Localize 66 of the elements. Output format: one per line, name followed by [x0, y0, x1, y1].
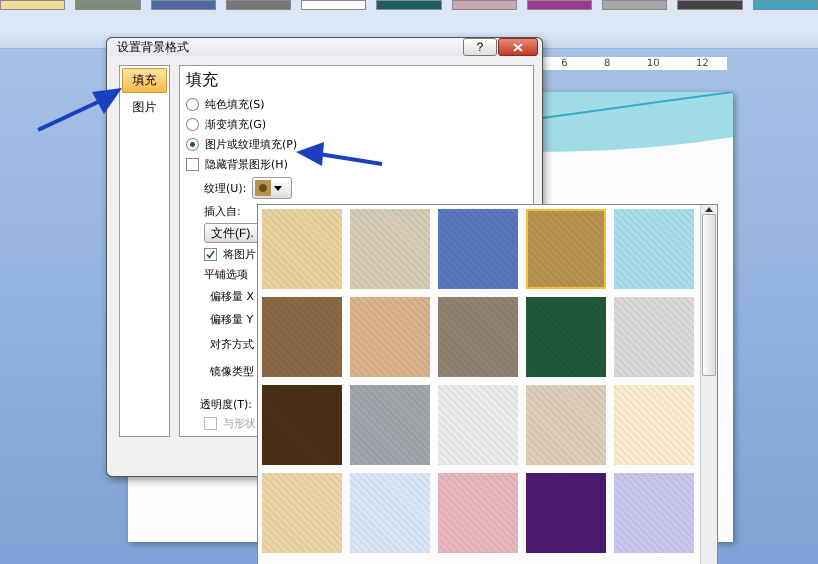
field-label: 偏移量 Y — [210, 312, 254, 326]
theme-thumbnail[interactable] — [0, 0, 66, 10]
texture-swatch[interactable] — [350, 385, 430, 465]
radio-label: 渐变填充(G) — [205, 117, 266, 132]
ruler-number: 12 — [696, 58, 709, 69]
radio-button[interactable] — [186, 98, 199, 111]
texture-swatch[interactable] — [262, 209, 342, 289]
close-icon — [513, 42, 523, 52]
checkbox-label: 将图片 — [223, 247, 256, 262]
texture-swatch[interactable] — [526, 385, 606, 465]
theme-thumbnail[interactable] — [75, 0, 141, 10]
category-item[interactable]: 填充 — [122, 68, 167, 93]
texture-swatch[interactable] — [438, 297, 518, 377]
caret-icon — [274, 186, 282, 190]
field-label: 偏移量 X — [210, 288, 254, 304]
checkbox-label: 与形状 — [223, 416, 256, 431]
ruler-number: 8 — [604, 58, 610, 69]
texture-label: 纹理(U): — [204, 180, 246, 196]
theme-thumbnail[interactable] — [677, 0, 743, 10]
scroll-up-icon — [705, 207, 713, 212]
texture-swatch[interactable] — [262, 297, 342, 377]
ruler-number: 10 — [646, 58, 660, 69]
theme-thumbnail[interactable] — [526, 0, 592, 10]
texture-swatch[interactable] — [526, 473, 606, 553]
close-button[interactable] — [498, 38, 538, 56]
texture-swatch[interactable] — [438, 385, 518, 465]
texture-swatch[interactable] — [438, 473, 518, 553]
section-heading: 填充 — [186, 70, 219, 91]
texture-swatch[interactable] — [526, 209, 606, 289]
texture-swatch[interactable] — [614, 297, 694, 377]
texture-swatch[interactable] — [614, 473, 694, 553]
texture-swatch[interactable] — [350, 297, 430, 377]
texture-swatch[interactable] — [438, 209, 518, 289]
ruler-number: 6 — [561, 58, 568, 69]
theme-thumbnail[interactable] — [602, 0, 668, 10]
texture-swatch[interactable] — [262, 385, 342, 465]
checkbox[interactable] — [186, 158, 199, 171]
radio-label: 纯色填充(S) — [205, 97, 265, 112]
theme-thumbnail[interactable] — [301, 0, 366, 10]
theme-thumbnail[interactable] — [376, 0, 442, 10]
radio-button[interactable] — [186, 138, 199, 151]
help-button[interactable]: ? — [463, 38, 497, 56]
texture-icon — [255, 180, 272, 196]
field-label: 对齐方式 — [210, 336, 254, 352]
texture-swatch[interactable] — [614, 209, 694, 289]
field-label: 透明度(T): — [200, 397, 252, 412]
texture-swatch[interactable] — [350, 209, 430, 289]
checkbox-label: 隐藏背景图形(H) — [205, 157, 288, 172]
field-label: 镜像类型 — [210, 364, 254, 378]
theme-thumbnail[interactable] — [752, 0, 818, 10]
insert-from-label: 插入自: — [204, 204, 241, 219]
dialog-title: 设置背景格式 — [117, 38, 190, 56]
texture-swatch[interactable] — [262, 473, 342, 553]
theme-thumbnail[interactable] — [226, 0, 292, 10]
theme-thumbnail[interactable] — [452, 0, 517, 10]
group-label: 平铺选项 — [204, 267, 248, 282]
category-item[interactable]: 图片 — [122, 95, 167, 120]
radio-label: 图片或纹理填充(P) — [205, 137, 298, 152]
radio-button[interactable] — [186, 118, 199, 131]
checkbox[interactable] — [204, 248, 217, 261]
scroll-thumb[interactable] — [702, 214, 716, 376]
texture-dropdown[interactable] — [252, 177, 292, 199]
texture-swatch[interactable] — [614, 385, 694, 465]
texture-swatch[interactable] — [350, 473, 430, 553]
theme-thumbnail[interactable] — [150, 0, 216, 10]
texture-swatch[interactable] — [526, 297, 606, 377]
